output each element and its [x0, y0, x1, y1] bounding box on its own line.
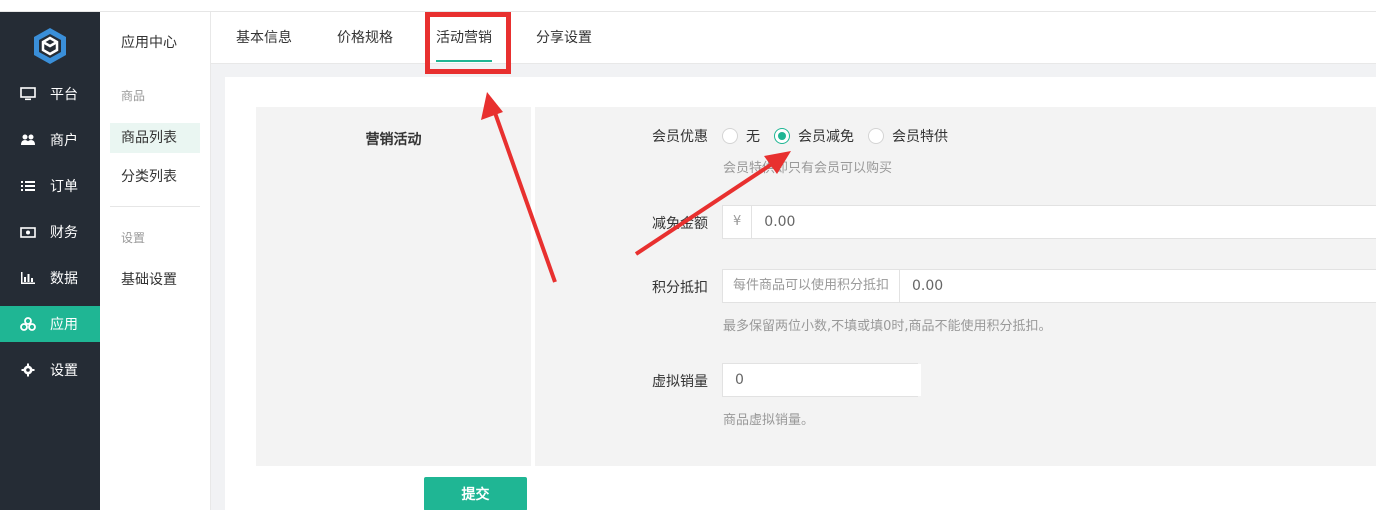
reduce-amount-label: 减免金额: [652, 216, 708, 232]
virtual-sales-label: 虚拟销量: [652, 374, 708, 390]
member-discount-label: 会员优惠: [652, 129, 708, 145]
points-deduct-label: 积分抵扣: [652, 280, 708, 296]
apps-icon: [20, 316, 36, 332]
reduce-amount-group: ¥: [722, 205, 1376, 239]
nav-item-settings[interactable]: 设置: [0, 352, 100, 388]
nav-label: 财务: [50, 225, 78, 241]
nav-item-data[interactable]: 数据: [0, 260, 100, 296]
radio-label: 会员减免: [798, 129, 854, 145]
tab-label: 活动营销: [436, 30, 492, 46]
list-icon: [20, 178, 36, 194]
nav-item-finance[interactable]: 财务: [0, 214, 100, 250]
points-deduct-group: 每件商品可以使用积分抵扣: [722, 269, 1376, 303]
radio-circle: [868, 128, 884, 144]
users-icon: [20, 132, 36, 148]
gear-icon: [20, 362, 36, 378]
radio-member-exclusive[interactable]: 会员特供: [868, 126, 948, 146]
radio-circle: [722, 128, 738, 144]
sub-section-goods: 商品: [121, 89, 146, 103]
tab-share-settings[interactable]: 分享设置: [536, 12, 592, 64]
sub-sidebar-title: 应用中心: [121, 35, 177, 51]
sub-item-basic-settings[interactable]: 基础设置: [110, 265, 200, 295]
money-icon: [20, 224, 36, 240]
tab-label: 价格规格: [337, 30, 393, 46]
points-deduct-input[interactable]: [900, 270, 1376, 302]
radio-member-reduce[interactable]: 会员减免: [774, 126, 854, 146]
form-section-left: 营销活动: [256, 107, 531, 466]
virtual-sales-input[interactable]: [723, 364, 921, 396]
points-deduct-addon: 每件商品可以使用积分抵扣: [723, 270, 901, 302]
nav-item-merchant[interactable]: 商户: [0, 122, 100, 158]
submit-button[interactable]: 提交: [424, 477, 527, 510]
reduce-amount-input[interactable]: [752, 206, 1376, 238]
radio-circle: [774, 128, 790, 144]
member-discount-help: 会员特供即只有会员可以购买: [723, 161, 893, 176]
currency-addon: ¥: [723, 206, 753, 238]
bar-chart-icon: [20, 270, 36, 286]
tab-label: 分享设置: [536, 30, 592, 46]
nav-item-platform[interactable]: 平台: [0, 76, 100, 112]
nav-label: 商户: [50, 133, 78, 149]
top-strip: [0, 0, 1376, 12]
nav-label: 平台: [50, 87, 78, 103]
virtual-sales-group: [722, 363, 921, 397]
sub-section-settings: 设置: [121, 231, 146, 245]
nav-label: 订单: [50, 179, 78, 195]
radio-none[interactable]: 无: [722, 126, 760, 146]
nav-label: 设置: [50, 363, 78, 379]
points-deduct-help: 最多保留两位小数,不填或填0时,商品不能使用积分抵扣。: [723, 319, 1052, 334]
virtual-sales-help: 商品虚拟销量。: [723, 413, 815, 428]
active-tab-underline: [436, 60, 492, 62]
nav-item-orders[interactable]: 订单: [0, 168, 100, 204]
sub-item-goods-list[interactable]: 商品列表: [110, 123, 200, 153]
sub-sidebar: 应用中心 商品 商品列表 分类列表 设置 基础设置: [100, 12, 211, 510]
tab-price-spec[interactable]: 价格规格: [337, 12, 393, 64]
nav-item-apps[interactable]: 应用: [0, 306, 100, 342]
nav-label: 应用: [50, 317, 78, 333]
section-title: 营销活动: [365, 132, 422, 148]
sub-item-category-list[interactable]: 分类列表: [110, 162, 200, 192]
tab-label: 基本信息: [236, 30, 292, 46]
radio-label: 会员特供: [892, 129, 948, 145]
tab-bar: 基本信息 价格规格 活动营销 分享设置: [211, 12, 1376, 64]
tab-basic-info[interactable]: 基本信息: [236, 12, 292, 64]
nav-label: 数据: [50, 271, 78, 287]
tab-marketing[interactable]: 活动营销: [436, 12, 492, 64]
logo-icon: [34, 28, 66, 64]
divider: [110, 206, 200, 207]
main-sidebar: 平台 商户 订单 财务 数据 应用 设置: [0, 12, 100, 510]
radio-label: 无: [746, 129, 760, 145]
monitor-icon: [20, 86, 36, 102]
